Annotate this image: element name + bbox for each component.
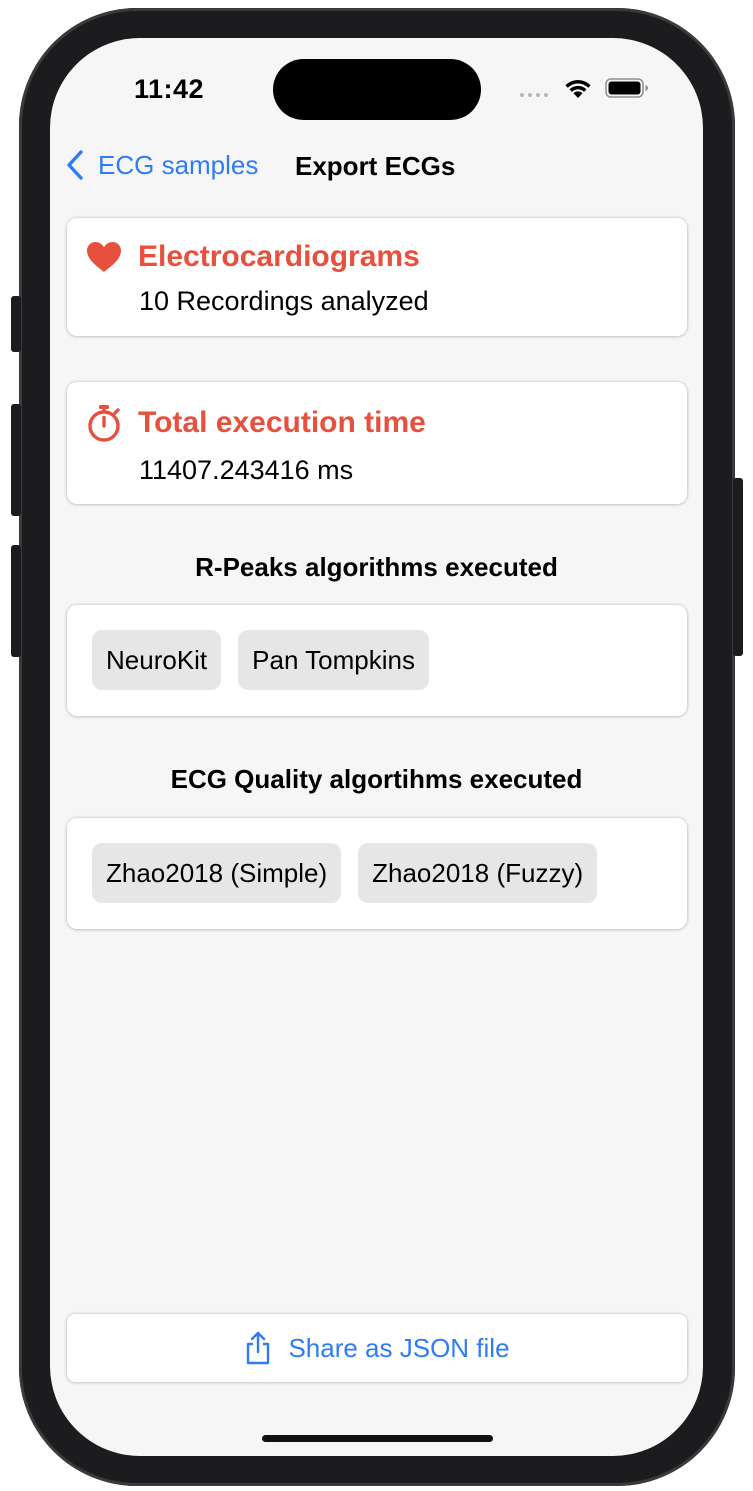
recordings-count: 10 Recordings analyzed: [139, 286, 429, 316]
chevron-left-icon: [67, 150, 83, 180]
rpeaks-chip: Pan Tompkins: [238, 630, 429, 690]
home-indicator[interactable]: [262, 1435, 493, 1442]
execution-time-title: Total execution time: [138, 405, 426, 439]
screen: 11:42 ECG samples Export ECGs Electrocar…: [50, 38, 703, 1456]
quality-chip: Zhao2018 (Simple): [92, 843, 342, 903]
battery-icon: [605, 78, 648, 98]
cellular-signal-icon: [520, 93, 548, 97]
page-title: Export ECGs: [295, 151, 456, 181]
quality-chip: Zhao2018 (Fuzzy): [358, 843, 598, 903]
ecg-summary-card: Electrocardiograms 10 Recordings analyze…: [67, 218, 687, 336]
status-time: 11:42: [134, 74, 205, 104]
volume-down-button: [11, 545, 21, 657]
ecg-card-title: Electrocardiograms: [138, 239, 420, 273]
back-button[interactable]: ECG samples: [64, 148, 258, 182]
heart-icon: [85, 238, 122, 275]
back-button-label: ECG samples: [98, 149, 259, 180]
quality-section-title: ECG Quality algortihms executed: [170, 764, 583, 794]
rpeaks-chip: NeuroKit: [92, 630, 222, 690]
execution-time-value: 11407.243416 ms: [139, 455, 354, 485]
rpeaks-card: NeuroKit Pan Tompkins: [67, 605, 687, 716]
share-json-button[interactable]: Share as JSON file: [67, 1314, 687, 1382]
share-icon: [247, 1331, 270, 1365]
dynamic-island: [273, 59, 481, 120]
volume-up-button: [11, 404, 21, 516]
power-button: [733, 478, 743, 656]
execution-time-card: Total execution time 11407.243416 ms: [67, 382, 687, 504]
stopwatch-icon: [85, 404, 122, 442]
wifi-icon: [565, 79, 591, 98]
share-button-label: Share as JSON file: [288, 1332, 510, 1363]
rpeaks-section-title: R-Peaks algorithms executed: [195, 552, 558, 582]
action-button: [11, 296, 21, 352]
quality-card: Zhao2018 (Simple) Zhao2018 (Fuzzy): [67, 818, 687, 929]
